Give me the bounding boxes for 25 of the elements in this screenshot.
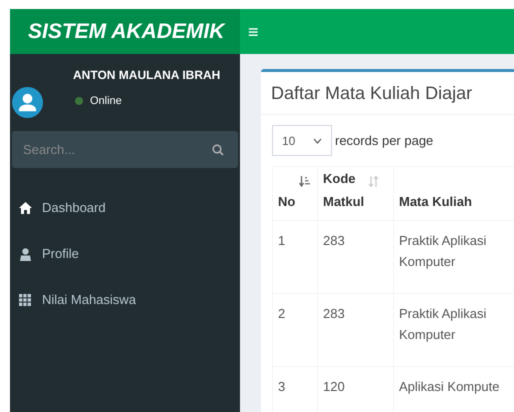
home-icon bbox=[18, 202, 32, 214]
search-icon[interactable] bbox=[212, 144, 224, 156]
person-icon bbox=[20, 248, 30, 260]
table-cell: 283 bbox=[318, 220, 394, 294]
app-logo[interactable]: SISTEM AKADEMIK bbox=[28, 16, 224, 48]
search-field[interactable]: Search... bbox=[12, 131, 238, 168]
card-title: Daftar Mata Kuliah Diajar bbox=[271, 82, 472, 105]
column-header[interactable]: Kode Matkul bbox=[318, 166, 394, 220]
sidebar-menu-item[interactable]: Nilai Mahasiswa bbox=[10, 277, 210, 323]
sidebar-menu-item[interactable]: Dashboard bbox=[10, 185, 210, 231]
table-cell: 3 bbox=[272, 366, 318, 412]
table-cell: 2 bbox=[272, 294, 318, 366]
sidebar-menu-item[interactable]: Profile bbox=[10, 231, 210, 277]
grid-icon bbox=[19, 294, 31, 306]
chevron-down-icon bbox=[313, 138, 322, 144]
page-size-label: records per page bbox=[335, 132, 434, 150]
column-header[interactable]: No bbox=[272, 166, 318, 220]
sort-ascending-icon[interactable] bbox=[299, 176, 310, 187]
user-name: ANTON MAULANA IBRAH bbox=[73, 67, 222, 84]
page-size-select[interactable]: 10 bbox=[272, 125, 332, 156]
table-cell: 1 bbox=[272, 220, 318, 294]
table-cell: 283 bbox=[318, 294, 394, 366]
column-header[interactable]: Mata Kuliah bbox=[394, 166, 514, 220]
status-text: Online bbox=[90, 94, 122, 109]
avatar-icon bbox=[12, 87, 43, 118]
